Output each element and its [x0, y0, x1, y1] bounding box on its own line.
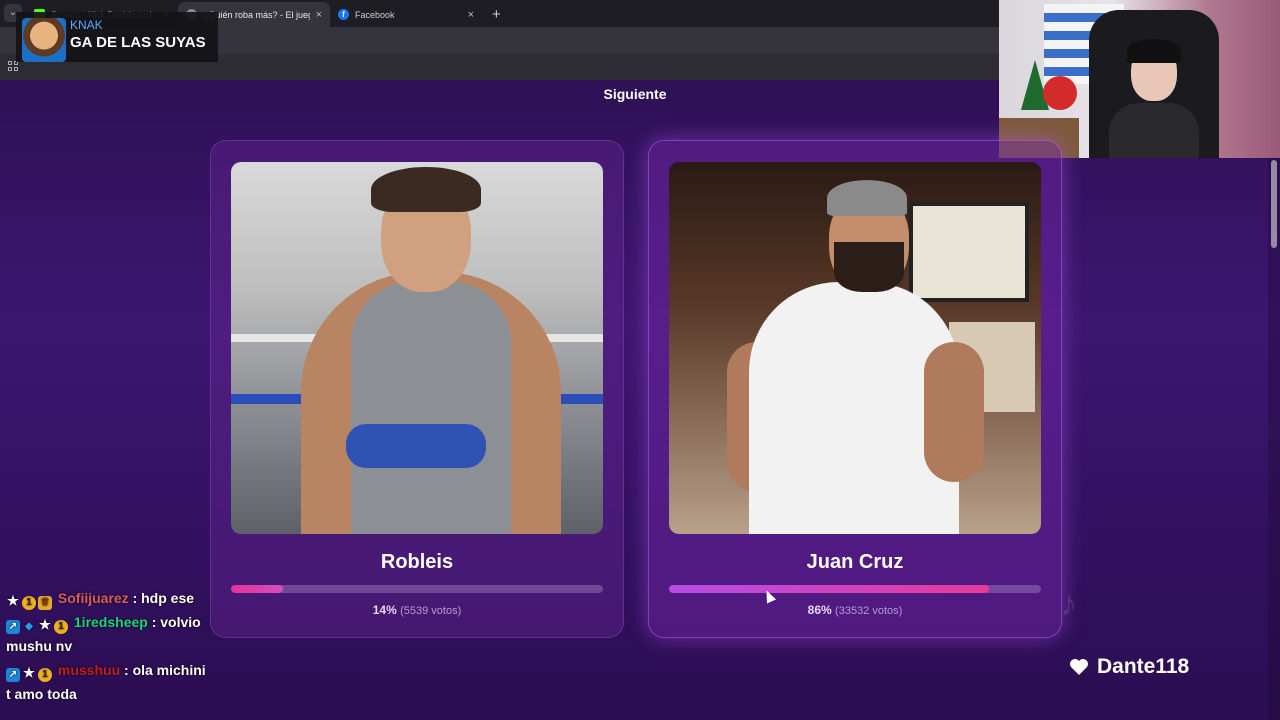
- candidate-card-robleis[interactable]: Robleis 14% (5539 votos): [210, 140, 624, 638]
- apps-grid-icon[interactable]: [8, 61, 19, 72]
- coin-badge-icon: 1: [22, 596, 36, 610]
- chat-text: : volvio: [147, 614, 201, 630]
- next-button[interactable]: Siguiente: [560, 86, 710, 108]
- chat-text: : hdp ese: [128, 590, 195, 606]
- candidate-photo[interactable]: [669, 162, 1041, 534]
- chat-text: : ola michini: [120, 662, 206, 678]
- candidate-card-juan-cruz[interactable]: Juan Cruz 86% (33532 votos): [648, 140, 1062, 638]
- alert-message: GA DE LAS SUYAS: [70, 34, 206, 51]
- alert-username: KNAK: [70, 18, 103, 32]
- prime-badge-icon: ↗: [6, 668, 20, 682]
- tab-label: Facebook: [355, 9, 395, 20]
- donor-name: Dante118: [1097, 655, 1190, 678]
- prime-badge-icon: ↗: [6, 620, 20, 634]
- coin-badge-icon: 1: [38, 668, 52, 682]
- stream-alert: KNAK GA DE LAS SUYAS: [16, 12, 218, 62]
- facebook-icon: f: [338, 9, 349, 20]
- chat-overlay: ★ 1 ♛ Sofiijuarez : hdp ese ↗ ◆ ★ 1 1iredshee…: [6, 586, 236, 706]
- new-tab-button[interactable]: +: [492, 6, 501, 23]
- chat-text-continued: t amo toda: [6, 686, 77, 702]
- star-badge-icon: ★: [23, 665, 35, 680]
- candidate-name: Juan Cruz: [806, 551, 904, 573]
- scrollbar-thumb[interactable]: [1271, 160, 1277, 248]
- webcam-feed: [999, 0, 1280, 158]
- chat-text-continued: mushu nv: [6, 638, 73, 654]
- vote-stats: 86% (33532 votos): [649, 603, 1061, 617]
- chat-username: Sofiijuarez: [57, 590, 129, 606]
- tab-facebook[interactable]: f Facebook ×: [330, 2, 482, 27]
- vote-progress-fill: [231, 585, 284, 593]
- chat-username: musshuu: [57, 662, 121, 678]
- candidate-name: Robleis: [380, 551, 454, 573]
- tiktok-watermark-icon: ♪: [1060, 585, 1077, 623]
- page-scrollbar[interactable]: [1268, 158, 1280, 720]
- streamer: [1109, 39, 1199, 158]
- tab-label: ¿Quién roba más? - El juego que: [203, 9, 310, 20]
- crown-badge-icon: ♛: [38, 596, 52, 610]
- chat-username: 1iredsheep: [73, 614, 148, 630]
- heart-icon: [1070, 659, 1088, 675]
- chat-message: ↗ ◆ ★ 1 1iredsheep : volvio mushu nv: [6, 610, 236, 658]
- vote-progress-fill: [669, 585, 989, 593]
- vote-count: (33532 votos): [835, 605, 903, 617]
- close-icon[interactable]: ×: [316, 9, 322, 21]
- coin-badge-icon: 1: [54, 620, 68, 634]
- donor-alert: Dante118: [1069, 655, 1189, 679]
- toy-figure: [1043, 76, 1077, 110]
- candidate-photo[interactable]: [231, 162, 603, 534]
- vote-progress-bar: [231, 585, 603, 593]
- star-badge-icon: ★: [7, 593, 19, 608]
- close-icon[interactable]: ×: [468, 9, 474, 21]
- star-badge-icon: ★: [39, 617, 51, 632]
- vote-count: (5539 votos): [400, 605, 462, 617]
- cube-badge-icon: ◆: [25, 621, 33, 632]
- vote-percent: 14%: [372, 603, 397, 617]
- avatar: [22, 18, 66, 62]
- chat-message: ★ 1 ♛ Sofiijuarez : hdp ese: [6, 586, 236, 610]
- vote-stats: 14% (5539 votos): [211, 603, 623, 617]
- vote-percent: 86%: [807, 603, 832, 617]
- vote-progress-bar: [669, 585, 1041, 593]
- chat-message: ↗ ★ 1 musshuu : ola michini t amo toda: [6, 658, 236, 706]
